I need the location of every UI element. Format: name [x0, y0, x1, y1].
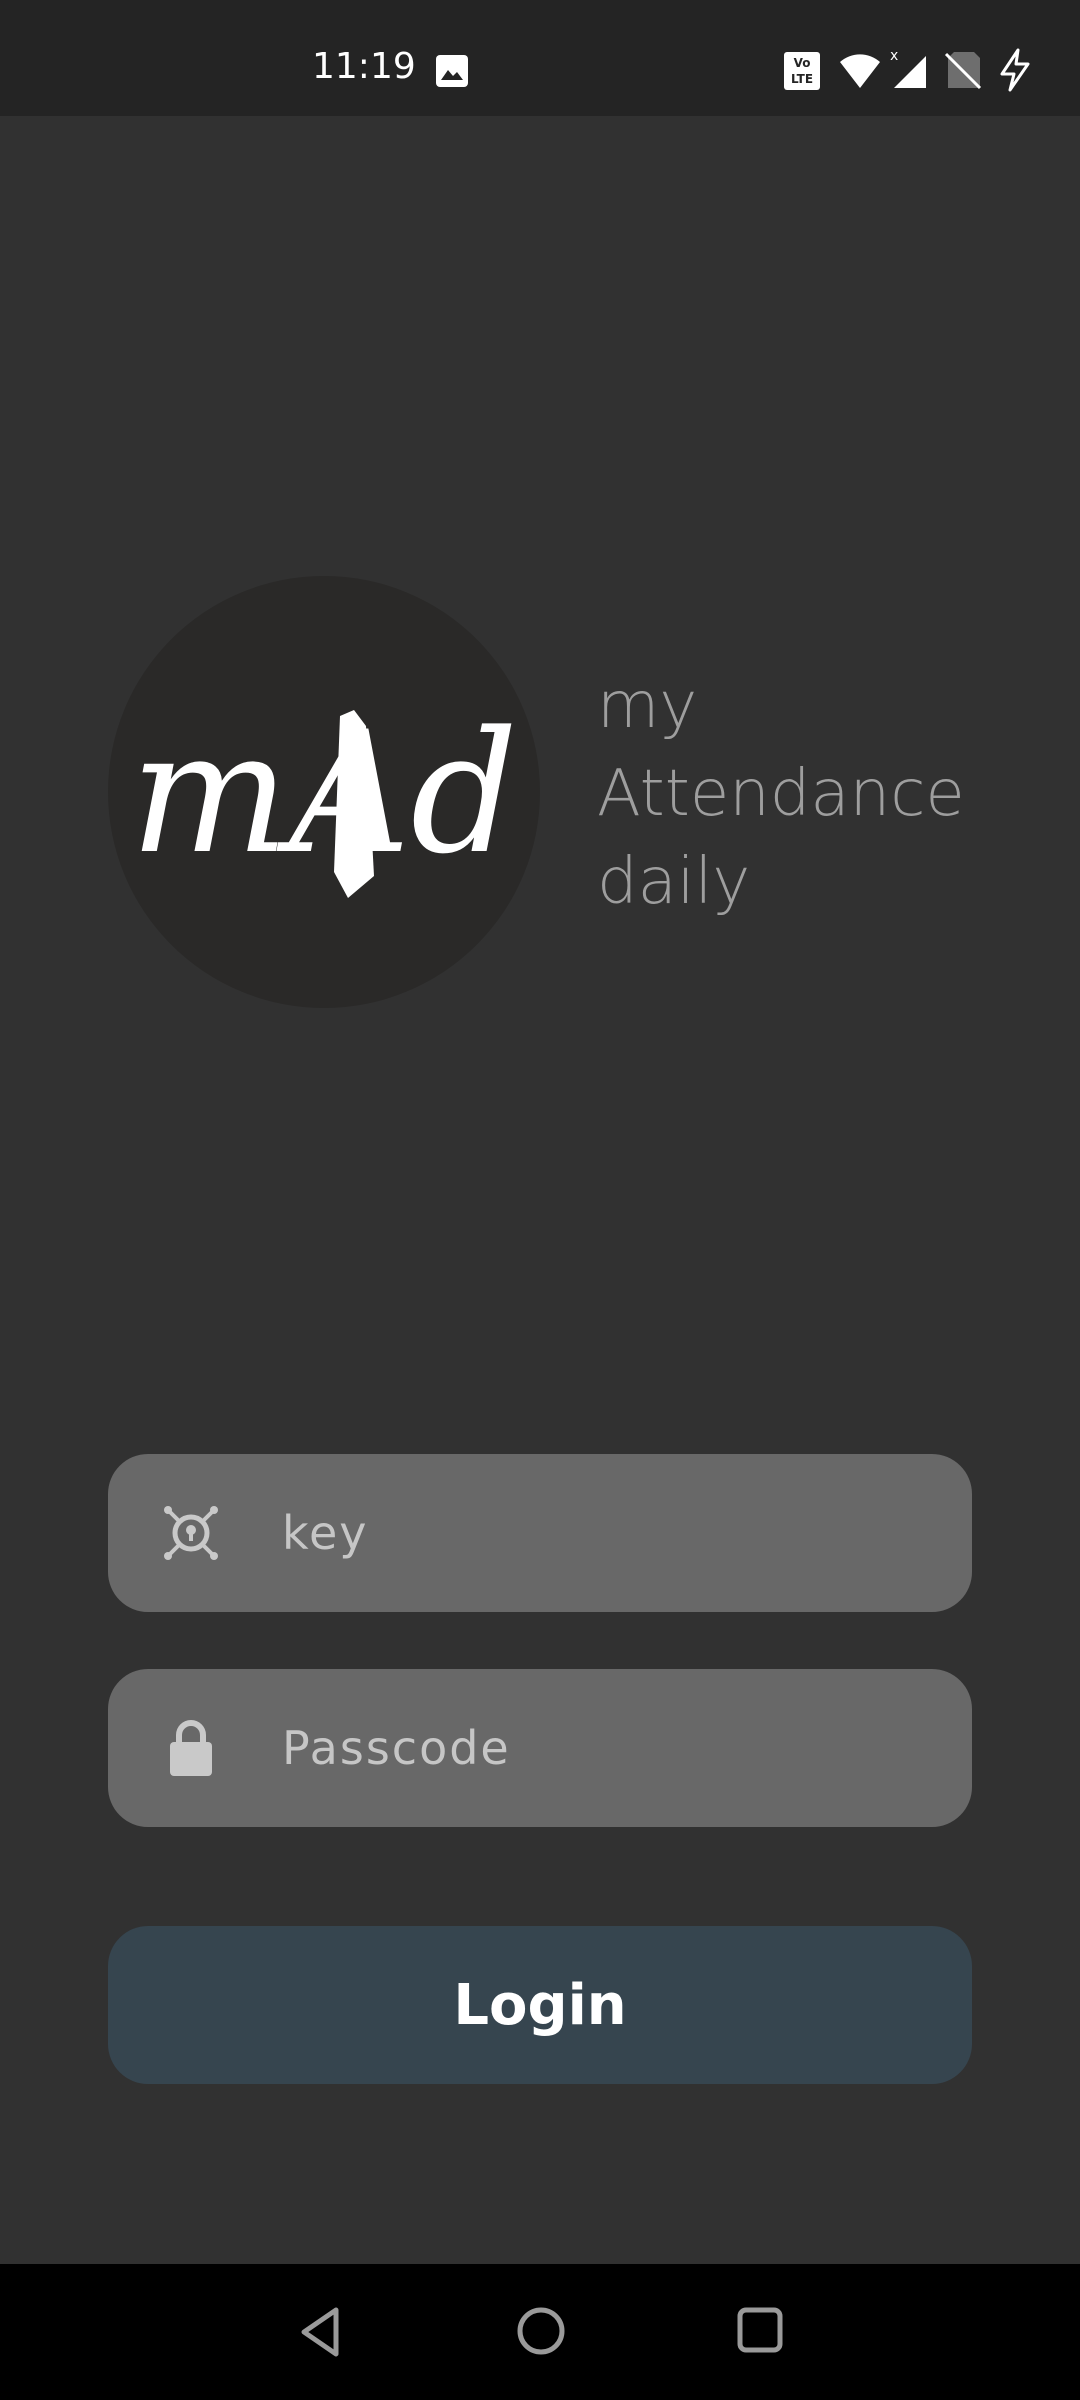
- key-field[interactable]: [108, 1454, 972, 1612]
- volte-icon: Vo LTE: [784, 52, 820, 90]
- wifi-icon: [840, 54, 880, 88]
- recent-apps-icon[interactable]: [734, 2304, 786, 2356]
- home-icon[interactable]: [514, 2304, 568, 2358]
- logo-text: mAd: [130, 695, 518, 891]
- key-lock-icon: [164, 1506, 218, 1560]
- svg-text:x: x: [890, 48, 898, 64]
- login-screen: 11:19 Vo LTE x mAd my Attendance daily k…: [0, 0, 1080, 2400]
- app-name-line-3: daily: [597, 845, 751, 919]
- app-name: my Attendance daily: [597, 662, 965, 926]
- status-time: 11:19: [312, 46, 416, 87]
- login-button[interactable]: Login: [108, 1926, 972, 2084]
- back-icon[interactable]: [296, 2304, 346, 2360]
- app-name-line-1: my: [597, 669, 698, 743]
- key-input[interactable]: [282, 1454, 942, 1612]
- passcode-input[interactable]: [282, 1669, 942, 1827]
- navigation-bar: [0, 2264, 1080, 2400]
- logo-mad-icon: mAd: [130, 695, 518, 898]
- passcode-field[interactable]: [108, 1669, 972, 1827]
- gallery-icon: [436, 55, 468, 87]
- app-name-line-2: Attendance: [597, 757, 965, 831]
- charging-icon: [1000, 48, 1030, 92]
- no-sim-icon: [944, 52, 982, 90]
- lock-icon: [170, 1720, 212, 1776]
- signal-icon: x: [890, 48, 926, 88]
- status-bar: 11:19 Vo LTE x: [0, 0, 1080, 116]
